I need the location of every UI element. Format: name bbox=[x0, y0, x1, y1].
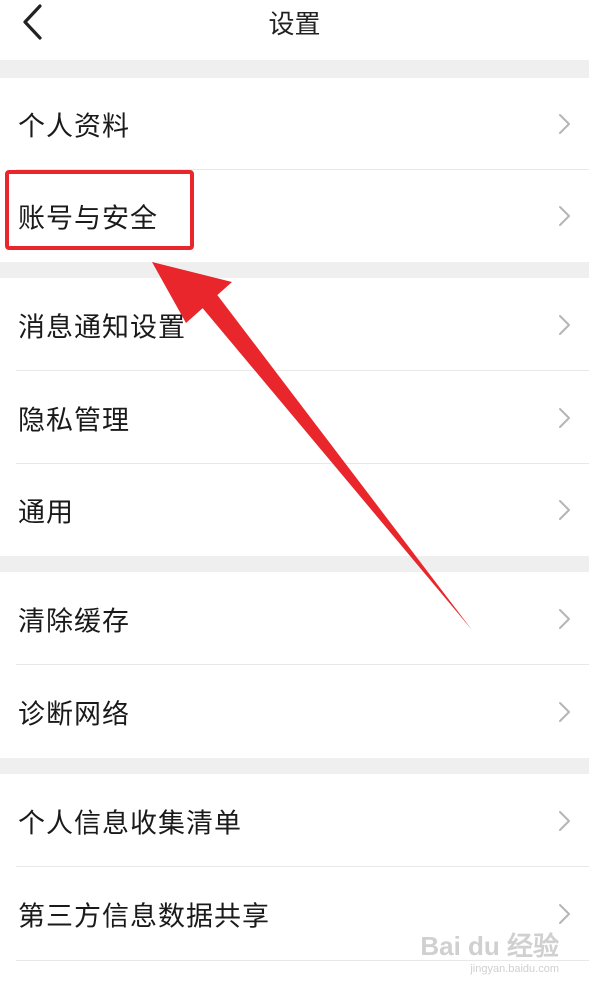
page-title: 设置 bbox=[268, 10, 321, 40]
chevron-right-icon bbox=[559, 314, 570, 335]
watermark-brand: Bai du 经验 bbox=[420, 931, 559, 961]
settings-item-label: 第三方信息数据共享 bbox=[18, 901, 270, 933]
watermark-url: jingyan.baidu.com bbox=[470, 963, 559, 975]
group-separator bbox=[0, 556, 589, 572]
settings-item-label: 清除缓存 bbox=[18, 606, 130, 637]
settings-item-label: 消息通知设置 bbox=[18, 312, 186, 343]
settings-item-label: 隐私管理 bbox=[18, 405, 130, 436]
settings-item-info-collection-list[interactable]: 个人信息收集清单 bbox=[0, 774, 589, 867]
group-separator bbox=[0, 60, 589, 78]
chevron-right-icon bbox=[559, 608, 570, 629]
annotation-highlight-box bbox=[5, 170, 194, 250]
chevron-right-icon bbox=[559, 407, 570, 428]
group-separator bbox=[0, 262, 589, 278]
watermark: Bai du 经验 jingyan.baidu.com bbox=[420, 926, 559, 975]
chevron-right-icon bbox=[559, 500, 570, 520]
nav-header: 设置 bbox=[0, 0, 589, 60]
chevron-right-icon bbox=[559, 904, 570, 924]
chevron-right-icon bbox=[559, 206, 570, 226]
settings-item-privacy[interactable]: 隐私管理 bbox=[0, 371, 589, 464]
settings-item-label: 个人信息收集清单 bbox=[18, 808, 242, 839]
chevron-right-icon bbox=[559, 810, 570, 831]
settings-item-label: 诊断网络 bbox=[18, 699, 130, 730]
settings-item-profile[interactable]: 个人资料 bbox=[0, 78, 589, 170]
chevron-right-icon bbox=[559, 114, 570, 134]
settings-item-label: 通用 bbox=[18, 497, 74, 529]
settings-item-label: 个人资料 bbox=[18, 111, 130, 143]
settings-item-general[interactable]: 通用 bbox=[0, 464, 589, 556]
settings-item-clear-cache[interactable]: 清除缓存 bbox=[0, 572, 589, 665]
settings-item-notifications[interactable]: 消息通知设置 bbox=[0, 278, 589, 371]
chevron-right-icon bbox=[559, 701, 570, 722]
settings-item-network-diagnosis[interactable]: 诊断网络 bbox=[0, 665, 589, 758]
group-separator bbox=[0, 758, 589, 774]
